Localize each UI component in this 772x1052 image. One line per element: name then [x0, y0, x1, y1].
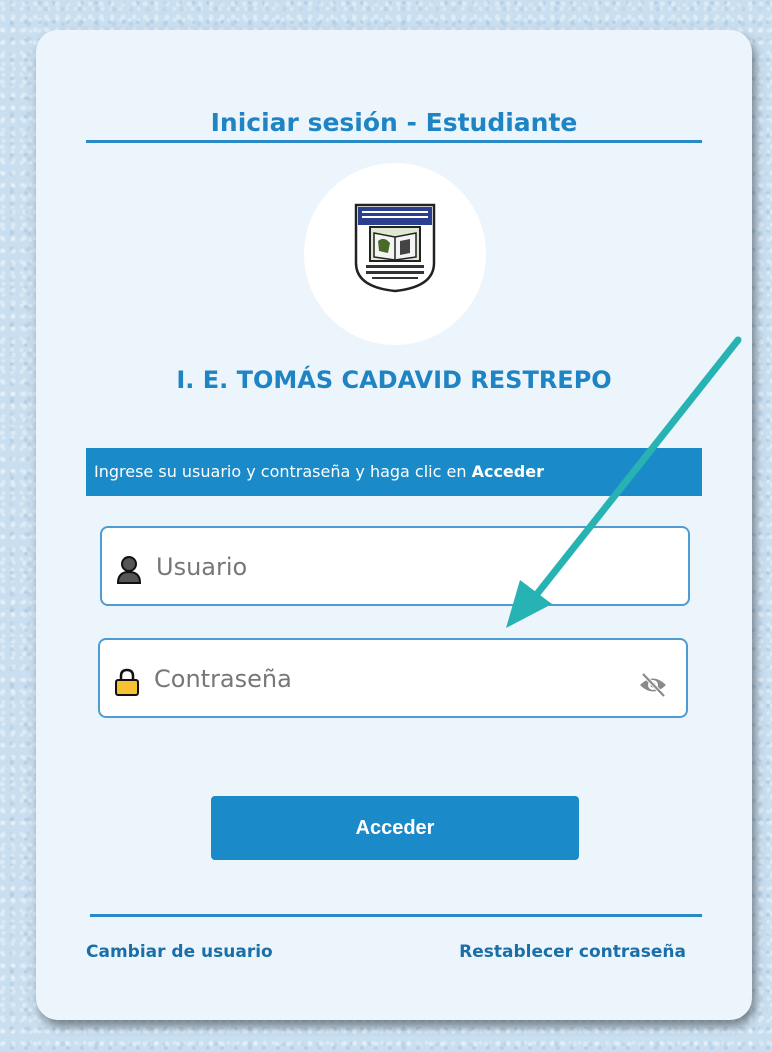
- instructions-text: Ingrese su usuario y contraseña y haga c…: [94, 462, 472, 481]
- user-icon: [116, 556, 142, 584]
- school-name: I. E. TOMÁS CADAVID RESTREPO: [176, 366, 612, 394]
- footer-divider: [90, 914, 702, 917]
- lock-icon: [115, 668, 139, 696]
- instructions-banner: Ingrese su usuario y contraseña y haga c…: [86, 448, 702, 496]
- instructions-emphasis: Acceder: [471, 462, 544, 481]
- change-user-link[interactable]: Cambiar de usuario: [86, 942, 273, 962]
- page-title: Iniciar sesión - Estudiante: [210, 108, 578, 137]
- password-field[interactable]: [98, 638, 688, 718]
- eye-slash-icon[interactable]: [638, 672, 668, 698]
- password-input[interactable]: [152, 654, 636, 704]
- username-field[interactable]: [100, 526, 690, 606]
- username-input[interactable]: [154, 542, 638, 592]
- login-card: Iniciar sesión - Estudiante I. E. TOMÁS …: [36, 30, 752, 1020]
- submit-button[interactable]: Acceder: [211, 796, 579, 860]
- school-crest-icon: [354, 203, 436, 293]
- title-divider: [86, 140, 702, 143]
- logo-container: [304, 163, 486, 345]
- reset-password-link[interactable]: Restablecer contraseña: [459, 942, 686, 962]
